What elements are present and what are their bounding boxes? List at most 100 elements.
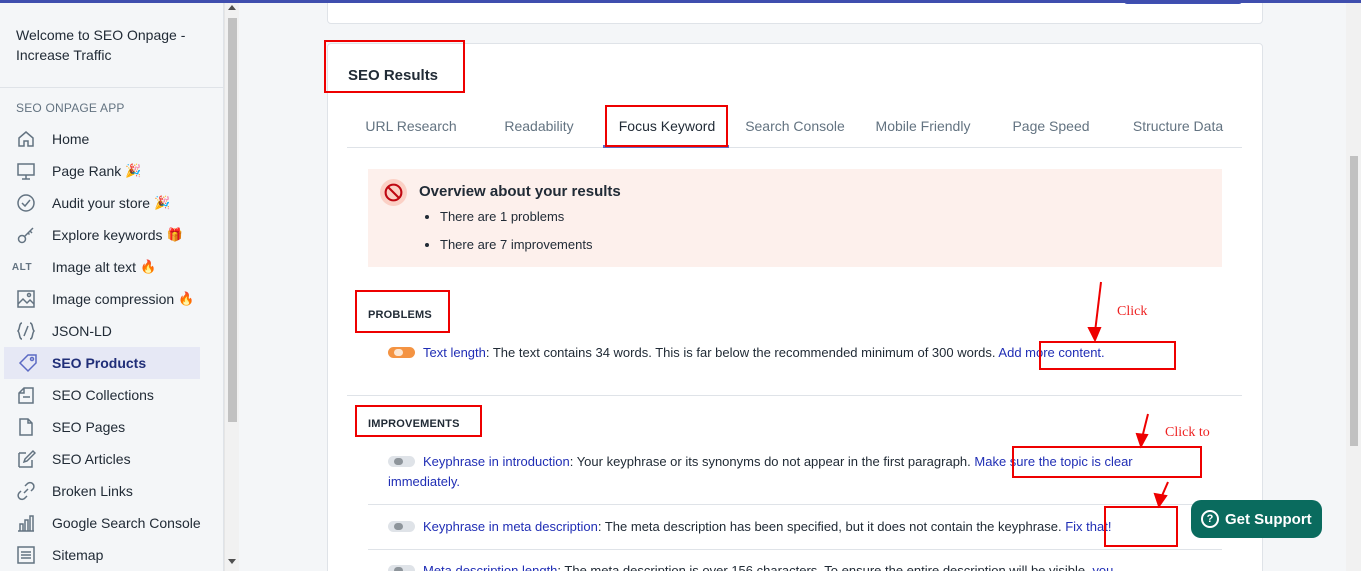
annotation-click-to-label: Click to xyxy=(1165,425,1210,440)
collections-icon xyxy=(0,385,52,405)
tab-search-console[interactable]: Search Console xyxy=(731,118,859,134)
sidebar-item-label: SEO Articles xyxy=(52,451,131,467)
sidebar-item-label: Sitemap xyxy=(52,547,104,563)
annotation-box-improvements xyxy=(355,405,482,437)
page-icon xyxy=(0,417,52,437)
sidebar-item-google-search-console[interactable]: Google Search Console xyxy=(0,507,224,539)
top-accent-bar xyxy=(0,0,1361,3)
issue-keyword-link[interactable]: Meta description length xyxy=(423,563,557,571)
issue-text: : The meta description has been specifie… xyxy=(597,519,1066,534)
results-tabs: URL Research Readability Focus Keyword S… xyxy=(347,106,1242,148)
monitor-icon xyxy=(0,161,52,181)
item-divider xyxy=(368,504,1222,505)
annotation-box-link xyxy=(1012,446,1202,478)
scroll-down-arrow-icon[interactable] xyxy=(228,559,236,564)
tab-page-speed[interactable]: Page Speed xyxy=(987,118,1115,134)
app-brand-title: Welcome to SEO Onpage - Increase Traffic xyxy=(16,27,186,63)
sidebar-item-broken-links[interactable]: Broken Links xyxy=(0,475,224,507)
sidebar-item-label: Image alt text xyxy=(52,259,137,275)
sidebar-item-label: Home xyxy=(52,131,90,147)
sidebar-item-json-ld[interactable]: JSON-LD xyxy=(0,315,224,347)
list-item: There are 7 improvements xyxy=(440,237,592,265)
improvement-indicator-icon xyxy=(388,456,415,468)
key-icon xyxy=(0,225,52,245)
sidebar-item-sitemap[interactable]: Sitemap xyxy=(0,539,224,571)
tab-url-research[interactable]: URL Research xyxy=(347,118,475,134)
sidebar-divider xyxy=(0,87,224,88)
sidebar-item-label: Image compression xyxy=(52,291,175,307)
get-support-label: Get Support xyxy=(1225,510,1312,528)
sidebar-item-seo-collections[interactable]: SEO Collections xyxy=(0,379,224,411)
alt-text-icon: ALT xyxy=(11,261,33,273)
list-icon xyxy=(0,545,52,565)
scrollbar-thumb[interactable] xyxy=(1350,156,1358,446)
edit-article-icon xyxy=(0,449,52,469)
help-icon: ? xyxy=(1201,510,1219,528)
sidebar-item-explore-keywords[interactable]: Explore keywords 🎁 xyxy=(0,219,224,251)
overview-banner: Overview about your results There are 1 … xyxy=(368,169,1222,267)
sidebar-item-label: SEO Products xyxy=(52,355,147,371)
tab-structure-data[interactable]: Structure Data xyxy=(1114,118,1242,134)
improvement-item: Keyphrase in meta description: The meta … xyxy=(388,517,1208,537)
sidebar-item-label: Page Rank xyxy=(52,163,122,179)
issue-text: : Your keyphrase or its synonyms do not … xyxy=(569,454,975,469)
sidebar-item-seo-products[interactable]: SEO Products xyxy=(4,347,200,379)
annotation-box-title xyxy=(324,40,465,93)
link-icon xyxy=(0,481,52,501)
issue-keyword-link[interactable]: Keyphrase in meta description xyxy=(423,519,598,534)
sidebar-item-seo-pages[interactable]: SEO Pages xyxy=(0,411,224,443)
annotation-box-link xyxy=(1039,341,1176,370)
list-item: There are 1 problems xyxy=(440,209,592,237)
issue-text: : The text contains 34 words. This is fa… xyxy=(485,345,999,360)
issue-fix-link[interactable]: you xyxy=(1092,563,1113,571)
annotation-box-problems xyxy=(355,290,450,333)
tab-mobile-friendly[interactable]: Mobile Friendly xyxy=(859,118,987,134)
sidebar-item-image-alt[interactable]: ALT Image alt text 🔥 xyxy=(0,251,224,283)
section-divider xyxy=(347,395,1242,396)
problem-indicator-icon xyxy=(388,347,415,359)
annotation-box-link xyxy=(1104,506,1178,547)
overview-title: Overview about your results xyxy=(419,183,621,200)
sidebar-scrollbar[interactable] xyxy=(224,0,239,571)
check-circle-icon xyxy=(0,193,52,213)
sidebar-item-label: Explore keywords xyxy=(52,227,163,243)
fire-emoji: 🔥 xyxy=(140,259,157,274)
tab-readability[interactable]: Readability xyxy=(475,118,603,134)
image-icon xyxy=(0,289,52,309)
bar-chart-icon xyxy=(0,513,52,533)
annotation-click-label: Click xyxy=(1117,304,1148,319)
sidebar-item-label: Audit your store xyxy=(52,195,151,211)
improvement-item: Meta description length: The meta descri… xyxy=(388,561,1168,571)
sidebar-item-label: SEO Pages xyxy=(52,419,126,435)
sidebar-section-label: SEO ONPAGE APP xyxy=(16,101,125,115)
item-divider xyxy=(368,549,1222,550)
sidebar-item-audit[interactable]: Audit your store 🎉 xyxy=(0,187,224,219)
overview-list: There are 1 problems There are 7 improve… xyxy=(440,209,592,265)
sidebar-item-label: SEO Collections xyxy=(52,387,154,403)
issue-text: : The meta description is over 156 chara… xyxy=(557,563,1093,571)
stop-circle-icon xyxy=(380,179,407,206)
scrollbar-thumb[interactable] xyxy=(228,18,237,422)
party-emoji: 🎉 xyxy=(154,195,171,210)
sidebar-item-label: Broken Links xyxy=(52,483,133,499)
sidebar-item-image-compression[interactable]: Image compression 🔥 xyxy=(0,283,224,315)
top-card xyxy=(327,0,1263,24)
sidebar: Welcome to SEO Onpage - Increase Traffic… xyxy=(0,0,224,571)
sidebar-item-seo-articles[interactable]: SEO Articles xyxy=(0,443,224,475)
get-support-button[interactable]: ? Get Support xyxy=(1191,500,1322,538)
main-scrollbar[interactable] xyxy=(1346,0,1361,571)
issue-keyword-link[interactable]: Keyphrase in introduction xyxy=(423,454,570,469)
annotation-box-tab xyxy=(605,105,728,147)
improvement-indicator-icon xyxy=(388,565,415,571)
sidebar-item-label: Google Search Console xyxy=(52,515,201,531)
issue-keyword-link[interactable]: Text length xyxy=(423,345,486,360)
scroll-up-arrow-icon[interactable] xyxy=(228,5,236,10)
sidebar-item-page-rank[interactable]: Page Rank 🎉 xyxy=(0,155,224,187)
gift-emoji: 🎁 xyxy=(166,227,183,242)
improvement-indicator-icon xyxy=(388,521,415,533)
party-emoji: 🎉 xyxy=(125,163,142,178)
fire-emoji: 🔥 xyxy=(178,291,195,306)
sidebar-item-home[interactable]: Home xyxy=(0,123,224,155)
tag-icon xyxy=(4,353,52,373)
sidebar-item-label: JSON-LD xyxy=(52,323,112,339)
